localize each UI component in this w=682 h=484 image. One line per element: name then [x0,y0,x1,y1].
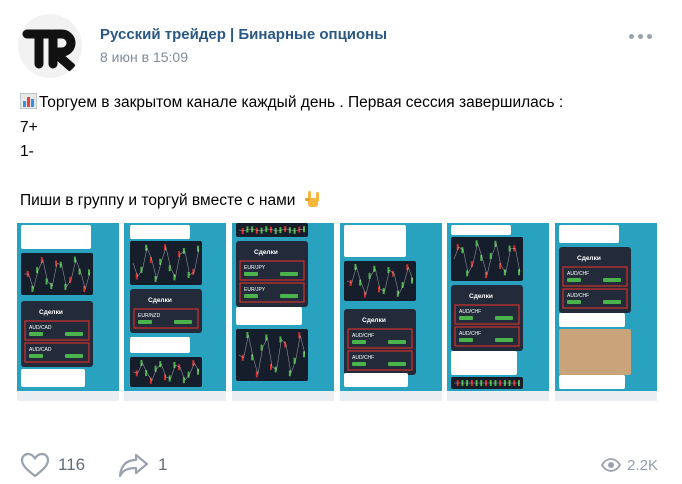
post-card: Русский трейдер | Бинарные опционы 8 июн… [0,0,682,484]
currency-pair-label: AUD/CAD [29,347,52,353]
heart-icon [20,452,50,478]
gallery-photo-3[interactable]: Сделки EUR/JPY EUR/JPY [232,223,334,401]
community-avatar[interactable] [18,14,82,78]
gallery-photo-6[interactable]: Сделки AUD/CHF AUD/CHF [555,223,657,401]
post-actions-bar: 116 1 2.2K [0,446,682,484]
rock-on-hand-emoji [302,189,322,209]
currency-pair-label: EUR/JPY [244,287,266,293]
gallery-photo-1[interactable]: Сделки AUD/CAD AUD/CAD [17,223,119,401]
currency-pair-label: AUD/CHF [567,271,589,277]
bar-chart-emoji [19,92,38,110]
currency-pair-label: AUD/CHF [352,333,374,339]
deals-title: Сделки [254,249,278,256]
deals-title: Сделки [148,297,172,304]
currency-pair-label: AUD/CHF [352,355,374,361]
gallery-photo-2[interactable]: Сделки EUR/NZD [124,223,226,401]
currency-pair-label: EUR/NZD [138,313,161,319]
community-name-link[interactable]: Русский трейдер | Бинарные опционы [100,26,387,43]
post-text-line-1: Торгуем в закрытом канале каждый день . … [19,92,563,113]
deals-title: Сделки [469,293,493,300]
currency-pair-label: AUD/CAD [29,325,52,331]
views-count: 2.2K [627,456,658,474]
currency-pair-label: AUD/CHF [459,331,481,337]
eye-icon [601,458,622,472]
deals-title: Сделки [39,309,63,316]
gallery-photo-5[interactable]: Сделки AUD/CHF AUD/CHF [447,223,549,401]
post-text-line-2: 7+ [20,119,38,136]
gallery-photo-4[interactable]: Сделки AUD/CHF AUD/CHF [340,223,442,401]
post-text-line-3: 1- [20,143,34,160]
deals-title: Сделки [362,317,386,324]
more-options-icon[interactable] [627,27,655,47]
deals-title: Сделки [577,255,601,262]
photo-gallery: Сделки AUD/CAD AUD/CAD Сделки EUR/NZD Сделки E… [17,223,657,401]
like-button[interactable]: 116 [20,446,85,484]
post-text-line-5: Пиши в группу и торгуй вместе с нами [20,189,322,211]
share-button[interactable]: 1 [118,446,167,484]
post-date[interactable]: 8 июн в 15:09 [100,49,188,65]
shares-count: 1 [158,455,168,474]
currency-pair-label: EUR/JPY [244,265,266,271]
currency-pair-label: AUD/CHF [567,293,589,299]
views-counter: 2.2K [601,446,658,484]
share-arrow-icon [118,452,150,478]
currency-pair-label: AUD/CHF [459,309,481,315]
likes-count: 116 [58,455,86,474]
